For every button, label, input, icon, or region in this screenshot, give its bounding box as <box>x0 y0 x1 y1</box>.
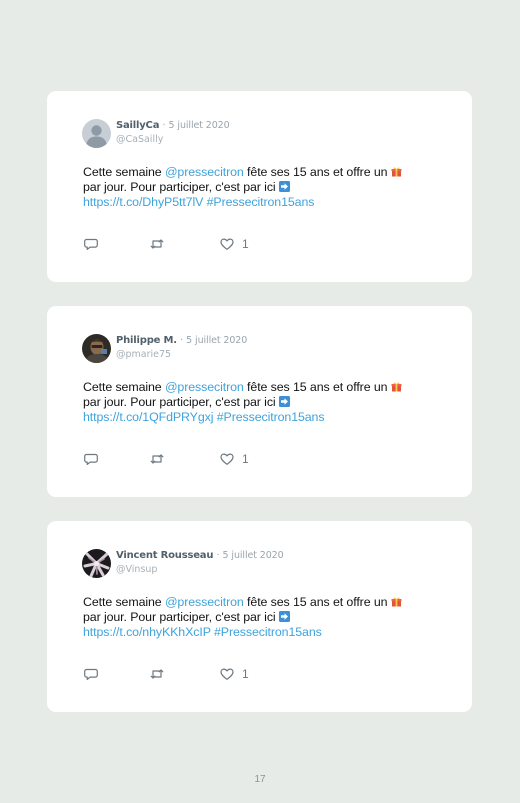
tweet-link[interactable]: https://t.co/DhyP5tt7lV <box>83 195 203 209</box>
separator: · <box>162 120 166 131</box>
avatar[interactable] <box>82 334 111 363</box>
right-arrow-emoji-icon <box>278 396 290 408</box>
mention-link[interactable]: @pressecitron <box>165 595 244 609</box>
author-handle[interactable]: @pmarie75 <box>116 349 171 360</box>
reply-icon[interactable] <box>83 451 99 467</box>
text-segment: par jour. Pour participer, c'est par ici <box>83 395 279 410</box>
retweet-icon[interactable] <box>149 236 165 252</box>
text-segment: par jour. Pour participer, c'est par ici <box>83 610 279 625</box>
tweet-link[interactable]: https://t.co/1QFdPRYgxj <box>83 410 213 424</box>
author-line: SaillyCa · 5 juillet 2020 <box>116 120 230 132</box>
mention-link[interactable]: @pressecitron <box>165 165 244 179</box>
right-arrow-emoji-icon <box>278 181 290 193</box>
gift-emoji-icon <box>391 596 402 607</box>
retweet-icon[interactable] <box>149 666 165 682</box>
tweet-card: SaillyCa · 5 juillet 2020 @CaSailly Cett… <box>47 91 472 282</box>
tweet-actions: 1 <box>83 451 283 467</box>
avatar[interactable] <box>82 549 111 578</box>
gift-emoji-icon <box>391 166 402 177</box>
tweet-actions: 1 <box>83 236 283 252</box>
photo-avatar-icon <box>82 334 111 363</box>
hashtag-link[interactable]: #Pressecitron15ans <box>214 625 322 639</box>
tweet-text: Cette semaine @pressecitron fête ses 15 … <box>83 595 453 641</box>
text-segment: fête ses 15 ans et offre un <box>243 380 391 394</box>
right-arrow-emoji-icon <box>278 611 290 623</box>
tweet-text: Cette semaine @pressecitron fête ses 15 … <box>83 380 453 426</box>
mention-link[interactable]: @pressecitron <box>165 380 244 394</box>
text-segment: fête ses 15 ans et offre un <box>243 165 391 179</box>
like-count: 1 <box>242 237 249 251</box>
tweet-card: Vincent Rousseau · 5 juillet 2020 @Vinsu… <box>47 521 472 712</box>
separator: · <box>180 335 183 346</box>
heart-icon[interactable] <box>219 236 235 252</box>
gift-emoji-icon <box>391 381 402 392</box>
tweet-link[interactable]: https://t.co/nhyKKhXcIP <box>83 625 211 639</box>
author-line: Philippe M. · 5 juillet 2020 <box>116 335 247 347</box>
author-handle[interactable]: @Vinsup <box>116 564 157 575</box>
text-segment: Cette semaine <box>83 165 165 179</box>
heart-icon[interactable] <box>219 451 235 467</box>
tweet-text: Cette semaine @pressecitron fête ses 15 … <box>83 165 453 211</box>
tweet-date[interactable]: 5 juillet 2020 <box>169 120 230 131</box>
like-count: 1 <box>242 452 249 466</box>
tweet-date[interactable]: 5 juillet 2020 <box>186 335 247 346</box>
default-avatar-icon <box>82 119 111 148</box>
like-count: 1 <box>242 667 249 681</box>
retweet-icon[interactable] <box>149 451 165 467</box>
author-name[interactable]: SaillyCa <box>116 120 159 131</box>
text-segment: par jour. Pour participer, c'est par ici <box>83 180 279 195</box>
page-number: 17 <box>254 774 266 785</box>
author-name[interactable]: Philippe M. <box>116 335 177 346</box>
text-segment: Cette semaine <box>83 595 165 609</box>
author-name[interactable]: Vincent Rousseau <box>116 550 213 561</box>
tweet-date[interactable]: 5 juillet 2020 <box>223 550 284 561</box>
author-line: Vincent Rousseau · 5 juillet 2020 <box>116 550 284 562</box>
avatar[interactable] <box>82 119 111 148</box>
tweet-actions: 1 <box>83 666 283 682</box>
hashtag-link[interactable]: #Pressecitron15ans <box>207 195 315 209</box>
tweet-card: Philippe M. · 5 juillet 2020 @pmarie75 C… <box>47 306 472 497</box>
text-segment: Cette semaine <box>83 380 165 394</box>
reply-icon[interactable] <box>83 236 99 252</box>
author-handle[interactable]: @CaSailly <box>116 134 163 145</box>
heart-icon[interactable] <box>219 666 235 682</box>
hashtag-link[interactable]: #Pressecitron15ans <box>217 410 325 424</box>
text-segment: fête ses 15 ans et offre un <box>243 595 391 609</box>
separator: · <box>216 550 220 561</box>
reply-icon[interactable] <box>83 666 99 682</box>
photo-avatar-icon <box>82 549 111 578</box>
